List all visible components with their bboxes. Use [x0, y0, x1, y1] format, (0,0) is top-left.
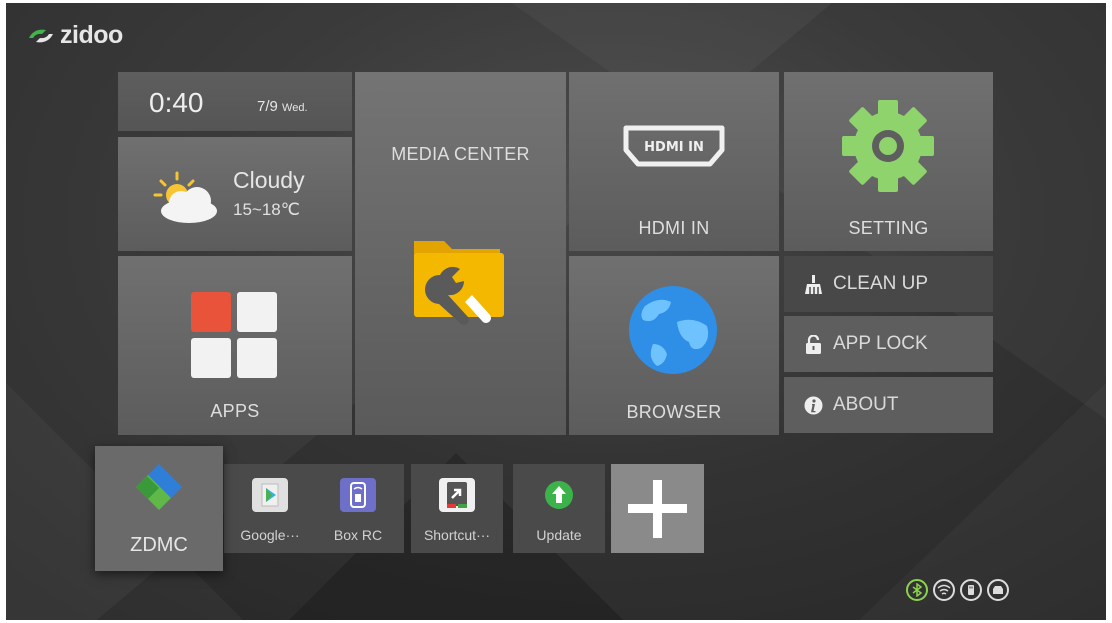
weather-cloudy-icon — [153, 171, 217, 223]
plus-icon — [628, 480, 687, 538]
folder-wrench-icon — [414, 241, 504, 325]
add-app-button[interactable] — [611, 464, 704, 553]
zidoo-logo: zidoo — [26, 21, 123, 50]
date-value: 7/9 — [257, 98, 278, 115]
usb-icon — [960, 579, 982, 601]
zdmc-icon — [136, 464, 182, 510]
clean-up-button[interactable]: CLEAN UP — [784, 256, 993, 312]
zdmc-label: ZDMC — [130, 534, 188, 556]
media-center-tile[interactable]: MEDIA CENTER — [355, 72, 566, 435]
box-rc-label: Box RC — [333, 527, 383, 543]
logo-text: zidoo — [60, 21, 123, 49]
app-lock-label: APP LOCK — [833, 333, 928, 354]
hdmi-in-tile[interactable]: HDMI IN HDMI IN — [569, 72, 779, 251]
browser-label: BROWSER — [626, 402, 722, 422]
clean-up-label: CLEAN UP — [833, 273, 929, 294]
globe-icon — [629, 286, 717, 374]
shortcut-label: Shortcut··· — [423, 527, 491, 543]
hdmi-in-label: HDMI IN — [638, 218, 710, 238]
update-icon — [541, 478, 577, 512]
clock-widget: 0:40 7/9 Wed. — [118, 72, 352, 131]
box-rc-icon — [340, 478, 376, 512]
update-label: Update — [536, 527, 582, 543]
browser-tile[interactable]: BROWSER — [569, 256, 779, 435]
wifi-icon — [933, 579, 955, 601]
info-icon — [804, 396, 823, 415]
media-center-label: MEDIA CENTER — [391, 144, 530, 164]
dock-update[interactable]: Update — [513, 464, 605, 553]
dock-zdmc[interactable]: ZDMC — [95, 446, 223, 571]
hdmi-port-icon: HDMI IN — [623, 125, 725, 167]
clock-date: 7/9 Wed. — [257, 98, 308, 115]
google-play-label: Google··· — [240, 527, 300, 543]
dock-box-rc[interactable]: Box RC — [312, 464, 404, 553]
zidoo-logo-icon — [29, 29, 53, 42]
app-lock-button[interactable]: APP LOCK — [784, 316, 993, 372]
hdmi-icon-text: HDMI IN — [644, 140, 704, 155]
google-play-icon — [252, 478, 288, 512]
weather-temp: 15~18℃ — [233, 200, 300, 219]
weather-tile[interactable]: Cloudy 15~18℃ — [118, 137, 352, 251]
apps-tile[interactable]: APPS — [118, 256, 352, 435]
setting-label: SETTING — [848, 218, 929, 238]
weather-condition: Cloudy — [233, 167, 305, 193]
lock-icon — [804, 334, 823, 354]
weekday: Wed. — [282, 102, 308, 114]
clock-time: 0:40 — [149, 87, 204, 118]
shortcut-icon — [439, 478, 475, 512]
setting-tile[interactable]: SETTING — [784, 72, 993, 251]
broom-icon — [804, 274, 823, 294]
about-button[interactable]: ABOUT — [784, 377, 993, 433]
dock-shortcut[interactable]: Shortcut··· — [411, 464, 503, 553]
apps-label: APPS — [210, 401, 260, 421]
apps-grid-icon — [191, 292, 279, 380]
dock-google-play[interactable]: Google··· — [224, 464, 316, 553]
gear-icon — [842, 100, 934, 192]
bluetooth-icon — [906, 579, 928, 601]
storage-icon — [987, 579, 1009, 601]
about-label: ABOUT — [833, 394, 899, 415]
launcher-screen: zidoo 0:40 7/9 Wed. Cloudy 15~18℃ APPS M… — [6, 3, 1106, 620]
